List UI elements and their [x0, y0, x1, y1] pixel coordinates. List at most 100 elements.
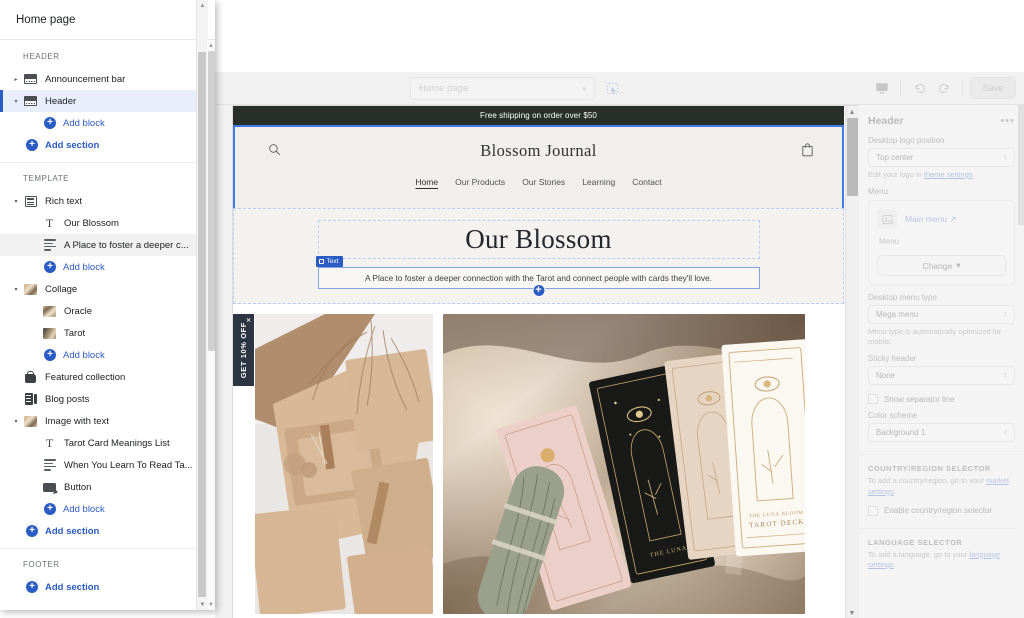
country-help-suffix: .: [893, 486, 896, 496]
sticky-header-value: None: [876, 371, 896, 381]
sidebar-row-collage[interactable]: ▾ Collage: [0, 278, 215, 300]
sidebar-inner-scroll-up[interactable]: ▲: [207, 41, 215, 51]
close-icon[interactable]: ×: [244, 315, 253, 325]
sidebar-row-label: Add section: [45, 581, 100, 593]
undo-icon[interactable]: [908, 77, 930, 99]
rich-text-heading: Our Blossom: [465, 224, 612, 254]
sidebar-section-list: HEADER ▸ Announcement bar ▾ Header + Add block…: [0, 41, 215, 610]
sidebar-row-add-block[interactable]: + Add block: [0, 112, 215, 134]
country-selector-checkbox-row[interactable]: Enable country/region selector: [868, 505, 1015, 516]
chevron-down-icon[interactable]: ▾: [9, 198, 23, 205]
scroll-down-arrow[interactable]: ▼: [846, 607, 858, 618]
header-nav: Home Our Products Our Stories Learning C…: [235, 175, 842, 187]
desktop-menu-type-value: Mega menu: [876, 310, 919, 320]
add-block-inline-button[interactable]: +: [532, 284, 545, 298]
promo-tab[interactable]: GET 10% OFF ×: [233, 314, 254, 387]
desktop-menu-type-select[interactable]: Mega menu ↕: [868, 305, 1015, 325]
preview-scrollbar-thumb[interactable]: [847, 118, 858, 196]
toolbar-divider: [900, 80, 901, 96]
sidebar-row-label: Featured collection: [45, 371, 126, 383]
checkbox-icon[interactable]: [868, 505, 878, 516]
heading-text-icon: T: [45, 436, 54, 450]
inspector-icon[interactable]: [601, 78, 623, 100]
sidebar-row-rich-text[interactable]: ▾ Rich text: [0, 190, 215, 212]
chevron-right-icon[interactable]: ▸: [9, 76, 23, 83]
page-selector[interactable]: Home page ▾: [410, 77, 595, 100]
collage-image-icon: [23, 283, 38, 295]
desktop-view-icon[interactable]: [871, 77, 893, 99]
plus-icon: +: [26, 139, 38, 151]
logo-help-prefix: Edit your logo in: [868, 170, 924, 179]
sidebar-row-header[interactable]: ▾ Header: [0, 90, 215, 112]
checkbox-icon[interactable]: [868, 394, 878, 405]
preview-scrollbar[interactable]: ▲ ▼: [845, 106, 858, 618]
rich-text-section[interactable]: Our Blossom Text A Place to foster a dee…: [233, 208, 844, 305]
sidebar-inner-scrollbar[interactable]: ▲ ▼: [206, 41, 215, 610]
nav-item-learning[interactable]: Learning: [582, 177, 615, 187]
sidebar-row-announcement-bar[interactable]: ▸ Announcement bar: [0, 68, 215, 90]
logo-position-select[interactable]: Top center ↕: [868, 148, 1015, 167]
redo-icon[interactable]: [933, 77, 955, 99]
sidebar-row-add-block[interactable]: + Add block: [0, 498, 215, 520]
sidebar-row-tarot-card-meanings-list[interactable]: T Tarot Card Meanings List: [0, 432, 215, 454]
sidebar-row-label: Add block: [63, 503, 105, 515]
separator-line-label: Show separator line: [884, 394, 955, 404]
sidebar-row-add-block[interactable]: + Add block: [0, 256, 215, 278]
sidebar-row-tarot[interactable]: Tarot: [0, 322, 215, 344]
save-button[interactable]: Save: [970, 77, 1016, 99]
nav-item-our-stories[interactable]: Our Stories: [522, 177, 565, 187]
menu-change-button[interactable]: Change ▾: [877, 255, 1006, 277]
collage-image-tarot[interactable]: THE LUNA THE LUNA BLOOM TAROT DECK: [443, 314, 805, 615]
paragraph-icon: [42, 239, 57, 251]
sidebar-scroll-up-arrow[interactable]: ▲: [197, 0, 208, 11]
sidebar-group-footer: FOOTER + Add section: [0, 549, 215, 604]
separator-line-checkbox-row[interactable]: Show separator line: [868, 394, 1015, 405]
logo-help-text: Edit your logo in theme settings.: [868, 170, 1015, 180]
rich-text-text-block-wrap: Text A Place to foster a deeper connecti…: [315, 256, 760, 298]
theme-editor-app: Home page ▾ Save Free shipping on order …: [215, 72, 1024, 618]
sidebar-inner-scroll-down[interactable]: ▼: [207, 600, 215, 610]
sticky-header-select[interactable]: None ↕: [868, 366, 1015, 386]
scroll-up-arrow[interactable]: ▲: [846, 106, 858, 118]
sidebar-row-button[interactable]: Button: [0, 476, 215, 498]
settings-scrollbar-thumb[interactable]: [1018, 105, 1024, 225]
rich-text-icon: [23, 195, 38, 207]
chevron-down-icon[interactable]: ▾: [9, 286, 23, 293]
country-help-prefix: To add a country/region, go to your: [868, 476, 986, 486]
settings-scrollbar[interactable]: [1018, 105, 1024, 618]
sidebar-row-featured-collection[interactable]: Featured collection: [0, 366, 215, 388]
sidebar-row-a-place-to-foster-a-deeper-c[interactable]: A Place to foster a deeper c...: [0, 234, 215, 256]
sidebar-inner-scrollbar-thumb[interactable]: [208, 51, 215, 351]
announcement-bar[interactable]: Free shipping on order over $50: [233, 106, 844, 125]
chevron-down-icon[interactable]: ▾: [9, 418, 23, 425]
sidebar-row-add-section[interactable]: + Add section: [0, 520, 215, 542]
collage-image-oracle[interactable]: [255, 314, 433, 615]
search-icon[interactable]: [268, 143, 281, 156]
sidebar-row-oracle[interactable]: Oracle: [0, 300, 215, 322]
nav-item-contact[interactable]: Contact: [632, 177, 661, 187]
collage-section[interactable]: GET 10% OFF × THE LUNA THE LUNA BLOOM TA…: [233, 304, 844, 615]
rich-text-heading-block[interactable]: Our Blossom: [317, 220, 760, 260]
sidebar-row-image-with-text[interactable]: ▾ Image with text: [0, 410, 215, 432]
nav-item-home[interactable]: Home: [415, 177, 438, 187]
color-scheme-select[interactable]: Background 1 ↕: [868, 423, 1015, 443]
sidebar-row-add-section[interactable]: + Add section: [0, 576, 215, 598]
select-arrows-icon: ↕: [1003, 429, 1008, 437]
menu-name-link[interactable]: Main menu ↗: [905, 214, 957, 225]
nav-item-our-products[interactable]: Our Products: [455, 177, 505, 187]
editor-toolbar: Home page ▾ Save: [215, 72, 1024, 105]
sidebar-row-our-blossom[interactable]: T Our Blossom: [0, 212, 215, 234]
oracle-image-icon: [42, 305, 57, 317]
sections-sidebar: Home page HEADER ▸ Announcement bar ▾ Header…: [0, 0, 215, 610]
cart-icon[interactable]: [801, 143, 814, 157]
chevron-down-icon[interactable]: ▾: [9, 98, 23, 105]
sidebar-row-blog-posts[interactable]: Blog posts: [0, 388, 215, 410]
theme-settings-link[interactable]: theme settings: [924, 170, 973, 179]
header-section[interactable]: Blossom Journal Home Our Products Our St…: [233, 125, 844, 210]
sidebar-row-add-block[interactable]: + Add block: [0, 344, 215, 366]
sidebar-page-title: Home page: [0, 0, 215, 40]
settings-more-icon[interactable]: •••: [1000, 115, 1015, 127]
sidebar-row-add-section[interactable]: + Add section: [0, 134, 215, 156]
desktop-menu-type-help: Menu type is automatically optimized for…: [868, 327, 1002, 347]
sidebar-row-when-you-learn-to-read-ta[interactable]: When You Learn To Read Ta...: [0, 454, 215, 476]
